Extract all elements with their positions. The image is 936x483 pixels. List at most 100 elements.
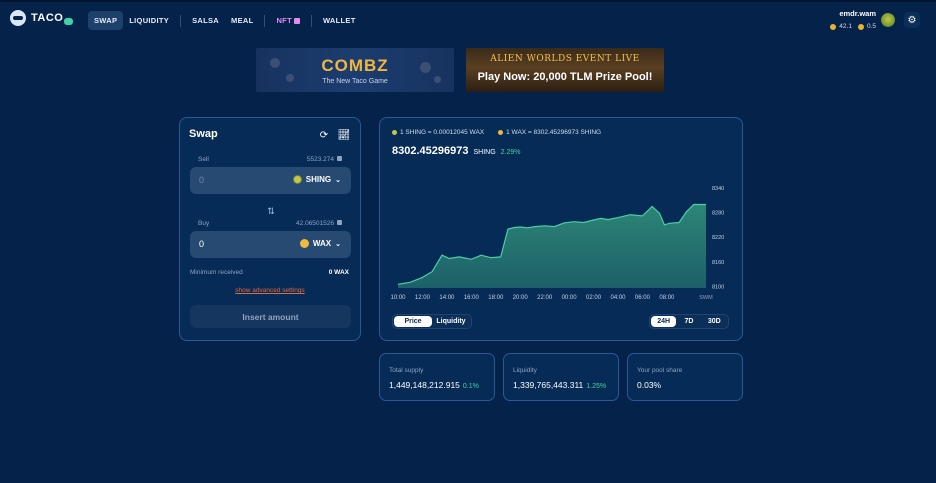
nav-link-nft-label: NFT xyxy=(276,16,292,25)
top-navigation: TACO SWAP LIQUIDITY SALSA MEAL NFT WALLE… xyxy=(0,2,936,36)
x-tick-label: 18:00 xyxy=(488,295,504,301)
liquidity-card: Liquidity 1,339,765,443.311 1.25% xyxy=(503,353,619,401)
nav-link-liquidity[interactable]: LIQUIDITY xyxy=(123,11,175,30)
balance-2: 0.5 xyxy=(857,23,876,30)
sell-token-label: SHING xyxy=(305,175,332,184)
y-tick-label: 8220 xyxy=(712,235,724,241)
x-tick-label: 08:00 xyxy=(659,295,675,301)
sell-balance-value: 5523.274 xyxy=(306,156,334,163)
chart-icon[interactable]: 📈︎ xyxy=(337,129,351,142)
nav-links: SWAP LIQUIDITY SALSA MEAL NFT WALLET xyxy=(88,11,362,30)
combz-subtitle: The New Taco Game xyxy=(322,78,388,85)
taco-logo-icon xyxy=(10,10,26,26)
buy-amount[interactable]: 0 xyxy=(199,239,204,249)
sell-label-row: Sell 5523.274 xyxy=(198,156,342,163)
liquidity-value: 1,339,765,443.311 xyxy=(513,380,584,390)
balances: 42.1 0.5 xyxy=(830,23,876,30)
nav-link-swap[interactable]: SWAP xyxy=(88,11,124,30)
buy-input[interactable]: 0 WAX ⌄ xyxy=(190,231,351,258)
minimum-received-row: Minimum received 0 WAX xyxy=(190,269,349,276)
total-supply-card: Total supply 1,449,148,212.915 0.1% xyxy=(379,353,495,401)
tab-price[interactable]: Price xyxy=(394,316,432,327)
refresh-icon[interactable]: ⟳ xyxy=(317,129,331,142)
liquidity-label: Liquidity xyxy=(513,367,537,374)
sell-amount[interactable]: 0 xyxy=(199,175,204,185)
balance-2-value: 0.5 xyxy=(866,23,876,30)
gear-icon: ⚙ xyxy=(907,14,917,26)
sell-input[interactable]: 0 SHING ⌄ xyxy=(190,167,351,194)
x-tick-label: 06:00 xyxy=(635,295,651,301)
y-tick-label: 8340 xyxy=(712,186,724,192)
sell-token-select[interactable]: SHING ⌄ xyxy=(292,175,341,184)
user-account[interactable]: emdr.wam 42.1 0.5 xyxy=(830,9,876,30)
nav-divider xyxy=(310,14,312,27)
buy-label-row: Buy 42.06501526 xyxy=(198,220,342,227)
chevron-down-icon: ⌄ xyxy=(335,176,341,184)
price-area xyxy=(398,204,706,288)
nav-divider xyxy=(180,14,182,27)
chart-type-toggle: Price Liquidity xyxy=(392,314,472,329)
combz-banner[interactable]: COMBZ The New Taco Game xyxy=(256,48,454,92)
swap-title: Swap xyxy=(189,128,218,140)
taco-logo[interactable]: TACO xyxy=(10,10,74,26)
minimum-received-label: Minimum received xyxy=(190,269,243,276)
swap-direction-icon[interactable]: ⇅ xyxy=(266,206,276,216)
logo-text: TACO xyxy=(31,12,64,24)
total-supply-change: 0.1% xyxy=(462,383,479,390)
combz-title: COMBZ xyxy=(321,56,389,75)
balance-1: 42.1 xyxy=(830,23,852,30)
nav-divider xyxy=(264,14,266,27)
swap-card: Swap ⟳ 📈︎ Sell 5523.274 0 SHING ⌄ ⇅ Buy … xyxy=(179,117,361,341)
total-supply-value-row: 1,449,148,212.915 0.1% xyxy=(389,380,479,390)
period-selector: 24H 7D 30D xyxy=(649,314,729,329)
advanced-settings-link[interactable]: show advanced settings xyxy=(180,287,360,294)
settings-button[interactable]: ⚙ xyxy=(904,12,920,28)
price-chart-card: 1 SHING = 0.00012045 WAX 1 WAX = 8302.45… xyxy=(379,117,743,341)
buy-token-label: WAX xyxy=(312,239,332,248)
alien-worlds-banner[interactable]: ALIEN WORLDS EVENT LIVE Play Now: 20,000… xyxy=(466,48,664,92)
nav-link-wallet[interactable]: WALLET xyxy=(317,11,362,30)
y-tick-label: 8280 xyxy=(712,211,724,217)
y-tick-label: 8160 xyxy=(712,260,724,266)
price-chart[interactable]: 10:00 12:00 14:00 16:00 18:00 20:00 22:00 00:00… xyxy=(380,118,742,313)
nav-link-salsa[interactable]: SALSA xyxy=(186,11,225,30)
gift-icon xyxy=(293,18,300,24)
x-tick-label: 20:00 xyxy=(513,295,529,301)
buy-token-select[interactable]: WAX ⌄ xyxy=(299,239,341,248)
liquidity-value-row: 1,339,765,443.311 1.25% xyxy=(513,380,606,390)
logo-badge-icon xyxy=(64,17,74,25)
chevron-down-icon: ⌄ xyxy=(335,240,341,248)
wallet-icon xyxy=(337,156,342,161)
x-tick-label: 22:00 xyxy=(537,295,553,301)
pool-share-card: Your pool share 0.03% xyxy=(627,353,743,401)
coin-icon xyxy=(857,23,864,30)
avatar[interactable] xyxy=(881,13,895,27)
buy-balance-value: 42.06501526 xyxy=(296,220,334,227)
period-30d[interactable]: 30D xyxy=(702,316,727,327)
wallet-icon xyxy=(337,220,342,225)
sell-balance[interactable]: 5523.274 xyxy=(307,156,342,163)
x-tick-label: 10:00 xyxy=(390,295,406,301)
period-7d[interactable]: 7D xyxy=(676,316,701,327)
nav-link-meal[interactable]: MEAL xyxy=(225,11,259,30)
tab-liquidity[interactable]: Liquidity xyxy=(432,316,470,327)
period-24h[interactable]: 24H xyxy=(651,316,677,327)
alien-title: Play Now: 20,000 TLM Prize Pool! xyxy=(477,71,653,83)
nav-link-nft[interactable]: NFT xyxy=(270,11,305,30)
username: emdr.wam xyxy=(839,9,876,18)
coin-icon xyxy=(830,23,837,30)
minimum-received-value: 0 WAX xyxy=(328,269,349,276)
x-tick-label: 00:00 xyxy=(562,295,578,301)
buy-label: Buy xyxy=(198,220,210,227)
pool-share-label: Your pool share xyxy=(637,367,683,374)
x-tick-label: 16:00 xyxy=(464,295,480,301)
insert-amount-button[interactable]: Insert amount xyxy=(190,305,351,328)
x-tick-label: 12:00 xyxy=(415,295,431,301)
buy-balance[interactable]: 42.06501526 xyxy=(296,220,342,227)
x-tick-label: 04:00 xyxy=(610,295,626,301)
total-supply-label: Total supply xyxy=(389,367,424,374)
wax-token-icon xyxy=(299,239,309,248)
sell-label: Sell xyxy=(198,156,209,163)
total-supply-value: 1,449,148,212.915 xyxy=(389,380,460,390)
pool-share-value: 0.03% xyxy=(637,380,662,390)
